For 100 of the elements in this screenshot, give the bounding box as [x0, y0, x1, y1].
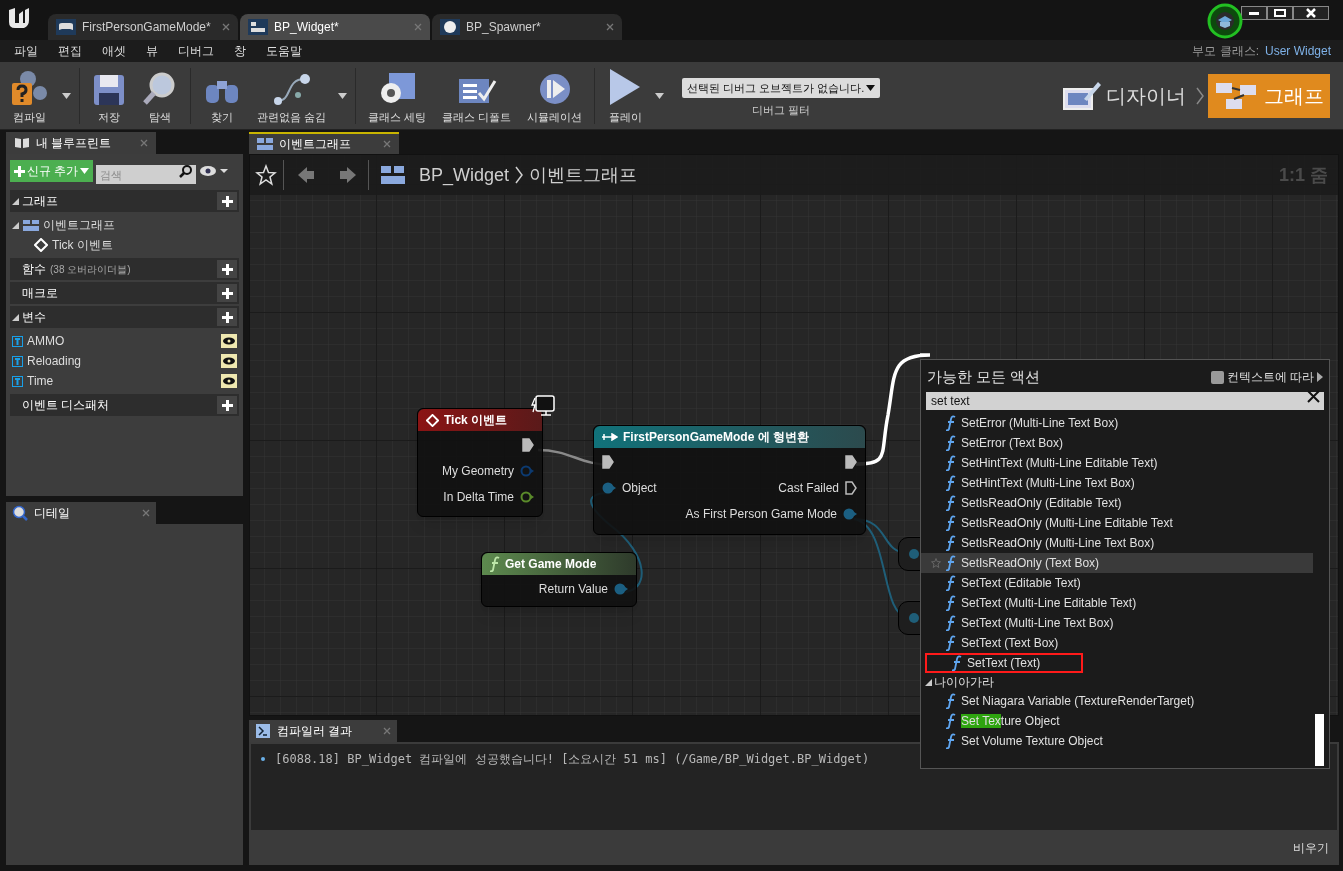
- action-item[interactable]: SetIsReadOnly (Text Box): [921, 553, 1313, 573]
- action-item[interactable]: SetError (Text Box): [921, 433, 1313, 453]
- menu-item[interactable]: 파일: [14, 42, 38, 60]
- action-item[interactable]: Set Volume Texture Object: [961, 732, 1103, 750]
- expand-triangle-icon[interactable]: [12, 313, 19, 321]
- document-tab[interactable]: BP_Spawner*: [432, 14, 622, 40]
- toolbar-button[interactable]: 플레이: [599, 65, 652, 126]
- document-tab[interactable]: FirstPersonGameMode*: [48, 14, 238, 40]
- action-item[interactable]: Set Niagara Variable (TextureRenderTarget): [961, 692, 1195, 710]
- category-header[interactable]: 나이아가라: [934, 673, 994, 691]
- minimize-button[interactable]: [1241, 6, 1267, 20]
- search-field[interactable]: set text: [926, 392, 1324, 410]
- eye-icon[interactable]: [221, 334, 237, 348]
- exec-pin-icon[interactable]: [845, 481, 857, 495]
- data-pin-icon[interactable]: [520, 491, 534, 503]
- action-item[interactable]: SetText (Multi-Line Editable Text): [921, 593, 1313, 613]
- forward-arrow-icon[interactable]: [338, 165, 358, 185]
- eye-icon[interactable]: [221, 374, 237, 388]
- close-tab-icon[interactable]: [383, 727, 391, 735]
- close-tab-icon[interactable]: [383, 140, 391, 148]
- menu-item[interactable]: 창: [234, 42, 246, 60]
- graph-node[interactable]: FirstPersonGameMode 에 형변환 Object Cast Failed As First Person Game Mode: [593, 425, 866, 535]
- add-button[interactable]: [217, 308, 237, 326]
- action-item[interactable]: SetText (Multi-Line Text Box): [921, 613, 1313, 633]
- exec-pin-icon[interactable]: [845, 455, 857, 469]
- toolbar-button[interactable]: 찾기: [195, 65, 249, 126]
- caret-icon[interactable]: [62, 92, 71, 99]
- expand-triangle-icon[interactable]: [925, 678, 932, 686]
- menu-item[interactable]: 애셋: [102, 42, 126, 60]
- add-button[interactable]: [217, 192, 237, 210]
- star-icon[interactable]: [931, 558, 941, 568]
- eye-icon[interactable]: [221, 354, 237, 368]
- menu-item[interactable]: 도움말: [266, 42, 302, 60]
- toolbar-button[interactable]: 관련없음 숨김: [249, 65, 335, 126]
- section-header[interactable]: 그래프: [22, 192, 58, 210]
- debug-object-dropdown[interactable]: 선택된 디버그 오브젝트가 없습니다.: [682, 78, 881, 99]
- toolbar-button[interactable]: 시뮬레이션: [519, 65, 591, 126]
- add-button[interactable]: [217, 284, 237, 302]
- parent-class-link[interactable]: User Widget: [1264, 42, 1331, 60]
- graph-node[interactable]: Tick 이벤트 My Geometry In Delta Time: [417, 408, 543, 517]
- close-button[interactable]: [1293, 6, 1329, 20]
- document-tab[interactable]: BP_Widget*: [240, 14, 430, 40]
- tree-item[interactable]: AMMO: [10, 331, 239, 351]
- action-item[interactable]: SetIsReadOnly (Multi-Line Editable Text: [921, 513, 1313, 533]
- action-item[interactable]: SetError (Multi-Line Text Box): [921, 413, 1313, 433]
- breadcrumb-link[interactable]: 이벤트그래프: [529, 161, 638, 189]
- eye-dropdown-icon[interactable]: [199, 165, 230, 177]
- section-header[interactable]: 변수: [22, 308, 46, 326]
- close-icon[interactable]: [1307, 390, 1320, 403]
- tree-item[interactable]: Tick 이벤트: [10, 235, 239, 255]
- favorite-star-icon[interactable]: [255, 164, 277, 186]
- mode-tab[interactable]: 디자이너: [1056, 73, 1192, 118]
- add-button[interactable]: [217, 260, 237, 278]
- action-item[interactable]: SetIsReadOnly (Editable Text): [921, 493, 1313, 513]
- panel-tab[interactable]: 내 블루프린트: [6, 132, 156, 154]
- search-field[interactable]: 검색: [96, 165, 197, 184]
- action-item[interactable]: SetText (Text Box): [921, 633, 1313, 653]
- toolbar-button[interactable]: 컴파일: [0, 65, 58, 126]
- tree-item[interactable]: 이벤트그래프: [10, 215, 239, 235]
- close-tab-icon[interactable]: [606, 23, 614, 31]
- graph-node[interactable]: Get Game Mode Return Value: [481, 552, 637, 607]
- menu-item[interactable]: 뷰: [146, 42, 158, 60]
- panel-tab[interactable]: 디테일: [6, 502, 156, 524]
- toolbar-button[interactable]: 저장: [84, 65, 134, 126]
- add-button[interactable]: [217, 396, 237, 414]
- tree-item[interactable]: Reloading: [10, 351, 239, 371]
- engine-logo-icon[interactable]: [6, 6, 32, 30]
- exec-pin-icon[interactable]: [602, 455, 614, 469]
- panel-tab[interactable]: 컴파일러 결과: [249, 720, 397, 742]
- action-item[interactable]: SetText (Editable Text): [921, 573, 1313, 593]
- menu-item[interactable]: 디버그: [178, 42, 214, 60]
- learn-icon[interactable]: [1207, 3, 1243, 39]
- toolbar-button[interactable]: 탐색: [134, 65, 186, 126]
- action-item[interactable]: SetText (Text): [925, 653, 1083, 673]
- context-checkbox[interactable]: [1210, 370, 1224, 384]
- close-tab-icon[interactable]: [142, 509, 150, 517]
- expand-triangle-icon[interactable]: [12, 197, 19, 205]
- menu-item[interactable]: 편집: [58, 42, 82, 60]
- exec-pin-icon[interactable]: [522, 438, 534, 452]
- breadcrumb-link[interactable]: BP_Widget: [419, 161, 510, 189]
- toolbar-button[interactable]: 클래스 디폴트: [434, 65, 520, 126]
- back-arrow-icon[interactable]: [296, 165, 316, 185]
- action-item[interactable]: SetHintText (Multi-Line Text Box): [921, 473, 1313, 493]
- action-item[interactable]: SetIsReadOnly (Multi-Line Text Box): [921, 533, 1313, 553]
- clear-button[interactable]: 비우기: [1293, 839, 1329, 857]
- data-pin-icon[interactable]: [614, 583, 628, 595]
- close-tab-icon[interactable]: [140, 139, 148, 147]
- maximize-button[interactable]: [1267, 6, 1293, 20]
- tree-item[interactable]: Time: [10, 371, 239, 391]
- caret-icon[interactable]: [655, 92, 665, 99]
- action-item[interactable]: SetHintText (Multi-Line Editable Text): [921, 453, 1313, 473]
- toolbar-button[interactable]: 클래스 세팅: [360, 65, 435, 126]
- data-pin-icon[interactable]: [843, 508, 857, 520]
- data-pin-icon[interactable]: [602, 482, 616, 494]
- close-tab-icon[interactable]: [222, 23, 230, 31]
- scrollbar-thumb[interactable]: [1315, 714, 1324, 766]
- section-header[interactable]: 매크로: [22, 284, 58, 302]
- graph-tab[interactable]: 이벤트그래프: [249, 132, 399, 154]
- caret-icon[interactable]: [338, 92, 348, 99]
- expand-triangle-icon[interactable]: [12, 221, 19, 229]
